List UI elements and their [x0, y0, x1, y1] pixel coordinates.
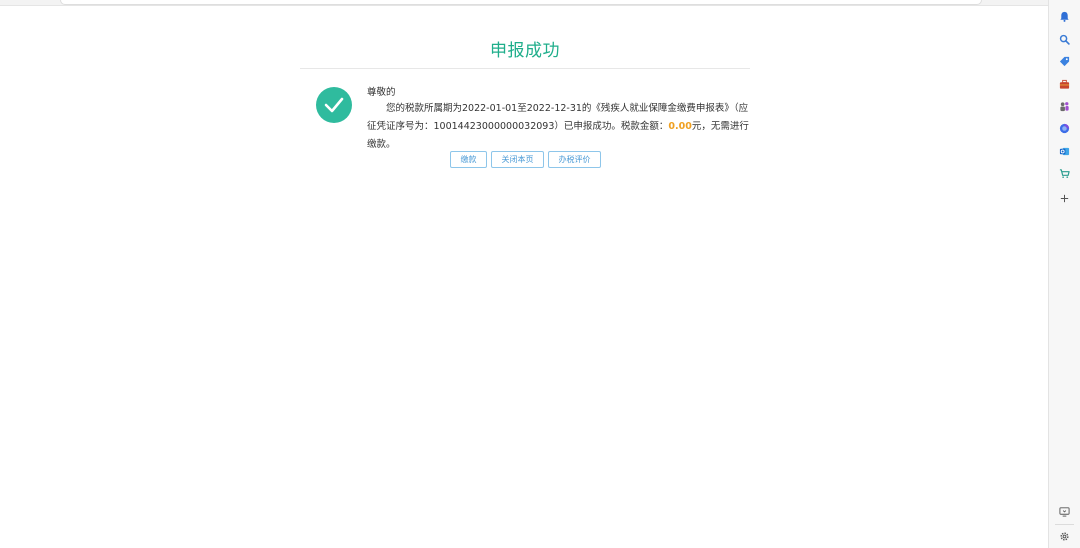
- greeting-text: 尊敬的: [367, 87, 396, 98]
- close-page-button[interactable]: 关闭本页: [491, 151, 544, 168]
- page-title: 申报成功: [490, 41, 560, 61]
- browser-sidebar: [1048, 0, 1080, 548]
- success-check-icon: [316, 87, 352, 123]
- bell-icon[interactable]: [1057, 9, 1072, 24]
- sidebar-separator: [1055, 524, 1074, 525]
- tax-amount: 0.00: [668, 121, 692, 132]
- circle-app-icon[interactable]: [1057, 121, 1072, 136]
- main-content: 申报成功 尊敬的 您的税款所属期为2022-01-01至2022-12-31的《…: [0, 5, 1049, 548]
- briefcase-icon[interactable]: [1057, 77, 1072, 92]
- people-icon[interactable]: [1057, 99, 1072, 114]
- outlook-icon[interactable]: [1057, 144, 1072, 159]
- pay-button[interactable]: 缴款: [450, 151, 487, 168]
- search-icon[interactable]: [1057, 32, 1072, 47]
- title-divider: [300, 68, 750, 69]
- success-message: 您的税款所属期为2022-01-01至2022-12-31的《残疾人就业保障金缴…: [367, 100, 751, 154]
- cart-icon[interactable]: [1057, 166, 1072, 181]
- evaluate-button[interactable]: 办税评价: [548, 151, 601, 168]
- plus-icon[interactable]: [1057, 191, 1072, 206]
- settings-icon[interactable]: [1057, 529, 1072, 544]
- screen-icon[interactable]: [1057, 504, 1072, 519]
- tag-icon[interactable]: [1057, 54, 1072, 69]
- action-buttons: 缴款 关闭本页 办税评价: [450, 151, 601, 168]
